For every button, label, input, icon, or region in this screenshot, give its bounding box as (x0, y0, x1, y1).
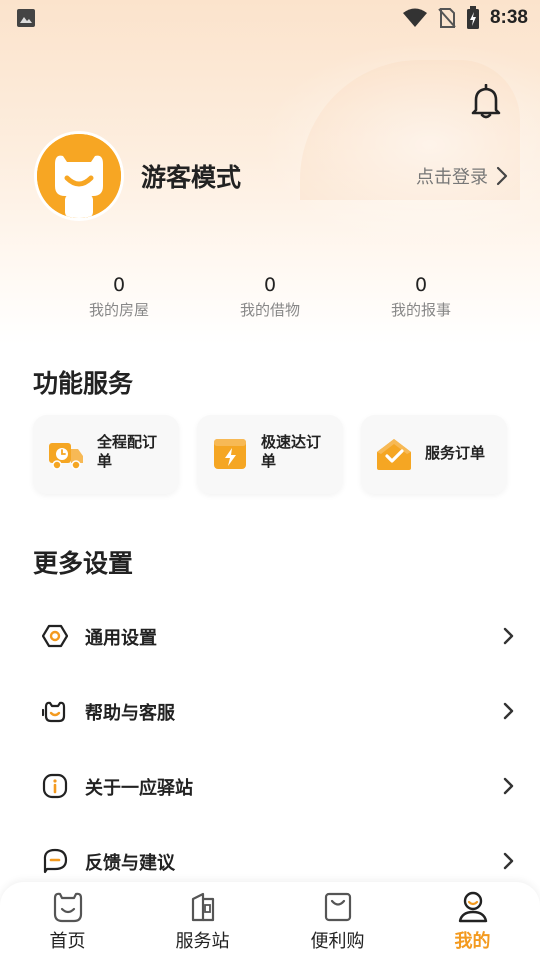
chevron-right-icon (503, 627, 514, 645)
setting-label: 通用设置 (85, 628, 157, 649)
home-icon (53, 892, 82, 923)
chevron-right-icon (503, 852, 514, 870)
user-name: 游客模式 (141, 163, 242, 192)
tab-mine[interactable]: 我的 (405, 882, 540, 960)
service-card-express[interactable]: 极速达订单 (197, 415, 343, 494)
avatar[interactable] (34, 131, 124, 221)
feedback-icon (43, 848, 68, 874)
gallery-notification-icon (17, 9, 35, 27)
shopping-bag-icon (324, 892, 351, 922)
stat-my-borrowed[interactable]: 0 我的借物 (200, 272, 340, 322)
settings-section-title: 更多设置 (33, 549, 134, 578)
stat-my-houses[interactable]: 0 我的房屋 (49, 272, 189, 322)
tab-label: 服务站 (175, 931, 230, 952)
login-button[interactable]: 点击登录 (416, 163, 508, 189)
service-house-icon (377, 439, 411, 470)
service-station-icon (191, 892, 214, 922)
setting-general[interactable]: 通用设置 (0, 606, 540, 666)
stats-row: 0 我的房屋 0 我的借物 0 我的报事 (0, 272, 540, 328)
tab-label: 首页 (49, 931, 86, 952)
status-bar: 8:38 (0, 0, 540, 36)
status-time: 8:38 (489, 7, 528, 28)
no-sim-icon (438, 8, 456, 28)
chevron-right-icon (503, 702, 514, 720)
delivery-truck-icon (49, 443, 83, 470)
battery-charging-icon (466, 6, 479, 29)
service-label: 全程配订单 (97, 433, 158, 470)
gear-icon (42, 624, 68, 648)
stat-value: 0 (112, 274, 126, 296)
services-section-title: 功能服务 (33, 369, 134, 398)
stat-my-reports[interactable]: 0 我的报事 (351, 272, 491, 322)
tab-label: 便利购 (310, 931, 365, 952)
stat-value: 0 (414, 274, 428, 296)
login-label: 点击登录 (416, 167, 488, 188)
mascot-avatar-icon (37, 134, 121, 218)
tab-service-station[interactable]: 服务站 (135, 882, 270, 960)
setting-help[interactable]: 帮助与客服 (0, 681, 540, 741)
setting-about[interactable]: 关于一应驿站 (0, 756, 540, 816)
tab-convenience-shop[interactable]: 便利购 (270, 882, 405, 960)
tab-label: 我的 (454, 931, 491, 952)
express-box-icon (214, 439, 246, 469)
info-icon (42, 773, 68, 799)
bell-icon[interactable] (470, 84, 502, 120)
service-label: 极速达订单 (261, 433, 322, 470)
stat-label: 我的借物 (239, 301, 300, 319)
setting-label: 关于一应驿站 (85, 778, 193, 799)
bottom-tab-bar: 首页 服务站 便利购 我的 (0, 882, 540, 960)
stat-label: 我的报事 (390, 301, 451, 319)
chevron-right-icon (503, 777, 514, 795)
customer-service-icon (42, 701, 66, 723)
stat-value: 0 (263, 274, 277, 296)
setting-label: 反馈与建议 (85, 853, 175, 874)
stat-label: 我的房屋 (88, 301, 149, 319)
profile-icon (458, 891, 487, 923)
wifi-icon (402, 8, 427, 27)
service-card-service-orders[interactable]: 服务订单 (361, 415, 507, 494)
tab-home[interactable]: 首页 (0, 882, 135, 960)
chevron-right-icon (496, 166, 508, 186)
setting-label: 帮助与客服 (85, 703, 175, 724)
service-label: 服务订单 (425, 444, 486, 462)
service-card-full-delivery[interactable]: 全程配订单 (33, 415, 179, 494)
